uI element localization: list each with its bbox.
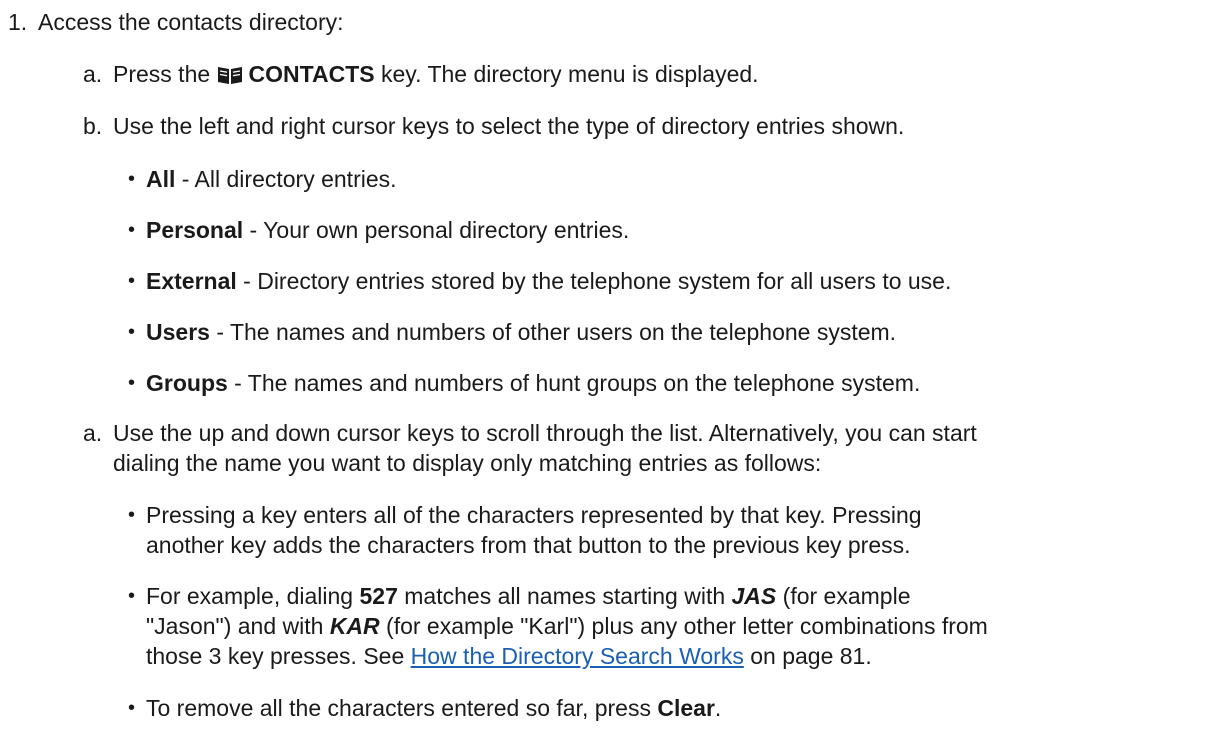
bullet-glyph: •	[128, 372, 136, 394]
text: "Jason") and with	[146, 613, 330, 639]
bullet-glyph: •	[128, 168, 136, 190]
list-item: All - All directory entries.	[146, 164, 397, 194]
list-item-term: Groups	[146, 370, 228, 396]
step-number: 1.	[8, 9, 28, 35]
text: .	[714, 695, 722, 721]
list-item-term: All	[146, 166, 176, 192]
list-item-desc: - Your own personal directory entries.	[243, 217, 630, 243]
text: matches all names starting with	[397, 583, 732, 609]
directory-search-link[interactable]: How the Directory Search Works	[411, 643, 744, 669]
book-icon	[217, 62, 243, 92]
letters-jas: JAS	[731, 583, 777, 609]
list-item-desc: - The names and numbers of other users o…	[209, 319, 897, 345]
list-item: Users - The names and numbers of other u…	[146, 317, 896, 347]
list-item: Groups - The names and numbers of hunt g…	[146, 368, 920, 398]
document: 1. Access the contacts directory: a. Pre…	[0, 0, 1230, 742]
bullet-glyph: •	[128, 697, 136, 719]
list-item: To remove all the characters entered so …	[146, 693, 721, 723]
list-item-line2: another key adds the characters from tha…	[146, 532, 911, 558]
list-item-line2: "Jason") and with KAR (for example "Karl…	[146, 611, 988, 641]
bullet-glyph: •	[128, 585, 136, 607]
bullet-glyph: •	[128, 321, 136, 343]
list-item-desc: - The names and numbers of hunt groups o…	[227, 370, 921, 396]
substep-text-pre: Press the	[113, 61, 211, 87]
substep-text-line1: Use the up and down cursor keys to scrol…	[113, 420, 977, 446]
list-item-desc: - Directory entries stored by the teleph…	[236, 268, 952, 294]
list-item-line1: Pressing a key enters all of the charact…	[146, 502, 922, 528]
list-item-term: External	[146, 268, 237, 294]
text: For example, dialing	[146, 583, 360, 609]
substep-text-post: key. The directory menu is displayed.	[381, 61, 759, 87]
list-item: Personal - Your own personal directory e…	[146, 215, 629, 245]
clear-key-label: Clear	[657, 695, 715, 721]
bullet-glyph: •	[128, 504, 136, 526]
text: those 3 key presses. See	[146, 643, 411, 669]
list-item-term: Users	[146, 319, 210, 345]
list-item-term: Personal	[146, 217, 244, 243]
list-item-line3: those 3 key presses. See How the Directo…	[146, 641, 872, 671]
bullet-glyph: •	[128, 219, 136, 241]
contacts-key-label: CONTACTS	[248, 61, 375, 87]
text: (for example "Karl") plus any other lett…	[379, 613, 988, 639]
text: (for example	[776, 583, 911, 609]
dial-digits: 527	[359, 583, 398, 609]
substep-marker: b.	[83, 113, 103, 139]
bullet-glyph: •	[128, 270, 136, 292]
text: To remove all the characters entered so …	[146, 695, 658, 721]
list-item-line1: For example, dialing 527 matches all nam…	[146, 581, 910, 611]
step-text: Access the contacts directory:	[38, 9, 344, 35]
list-item-desc: - All directory entries.	[175, 166, 397, 192]
substep-text-line2: dialing the name you want to display onl…	[113, 450, 822, 476]
substep-marker: a.	[83, 61, 103, 87]
list-item: External - Directory entries stored by t…	[146, 266, 951, 296]
substep-text: Use the left and right cursor keys to se…	[113, 113, 905, 139]
letters-kar: KAR	[329, 613, 380, 639]
substep-press-contacts: Press the CONTACTS key. The directory me…	[113, 59, 759, 92]
substep-marker: a.	[83, 420, 103, 446]
text: on page 81.	[743, 643, 872, 669]
